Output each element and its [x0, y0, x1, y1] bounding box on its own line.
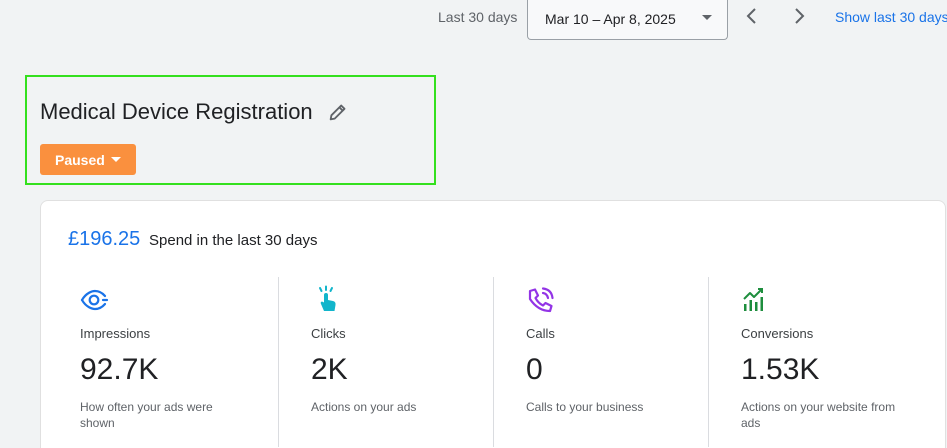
phone-icon — [528, 287, 554, 313]
chevron-right-icon[interactable] — [787, 4, 811, 28]
metric-value: 1.53K — [741, 353, 820, 386]
divider — [278, 277, 279, 447]
metric-impressions[interactable]: Impressions 92.7K How often your ads wer… — [80, 277, 280, 447]
metric-description: How often your ads were shown — [80, 400, 213, 430]
metric-clicks[interactable]: Clicks 2K Actions on your ads — [311, 277, 491, 447]
spend-label: Spend in the last 30 days — [149, 232, 318, 249]
status-dropdown-button[interactable]: Paused — [40, 144, 136, 175]
metric-description: Actions on your ads — [311, 400, 417, 414]
date-range-picker[interactable]: Mar 10 – Apr 8, 2025 — [527, 0, 728, 40]
status-label: Paused — [55, 151, 105, 168]
tap-icon — [319, 285, 336, 311]
metric-label: Clicks — [311, 326, 346, 341]
dropdown-caret-icon — [702, 15, 712, 20]
divider — [708, 277, 709, 447]
edit-pencil-icon[interactable] — [327, 101, 349, 123]
metric-label: Conversions — [741, 326, 814, 341]
dropdown-caret-icon — [111, 157, 121, 162]
metric-conversions[interactable]: Conversions 1.53K Actions on your websit… — [741, 277, 931, 447]
spend-amount: £196.25 — [68, 228, 141, 250]
range-label: Last 30 days — [438, 9, 518, 25]
date-range-text: Mar 10 – Apr 8, 2025 — [545, 10, 676, 27]
trending-icon — [743, 288, 763, 311]
eye-icon — [80, 289, 109, 311]
metric-label: Calls — [526, 326, 555, 341]
metric-calls[interactable]: Calls 0 Calls to your business — [526, 277, 706, 447]
metric-value: 92.7K — [80, 353, 159, 386]
metric-label: Impressions — [80, 326, 151, 341]
date-toolbar: Last 30 days Mar 10 – Apr 8, 2025 Show l… — [0, 0, 947, 40]
divider — [493, 277, 494, 447]
metric-description: Calls to your business — [526, 400, 644, 414]
chevron-left-icon[interactable] — [740, 4, 764, 28]
show-last-30-days-link[interactable]: Show last 30 days — [835, 9, 947, 25]
campaign-summary-card: £196.25 Spend in the last 30 days Impres… — [40, 200, 946, 448]
metric-value: 2K — [311, 353, 348, 386]
campaign-title: Medical Device Registration — [40, 99, 313, 124]
metric-description: Actions on your website from ads — [741, 400, 896, 430]
metric-value: 0 — [526, 353, 543, 386]
